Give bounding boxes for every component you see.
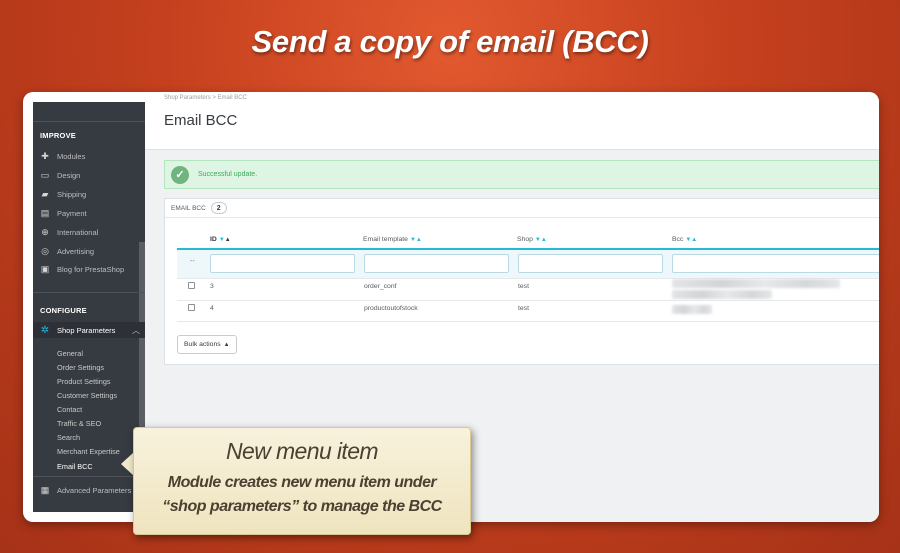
sidebar-item-payment[interactable]: ▤ Payment [40,207,87,219]
sidebar-sub-search[interactable]: Search [57,433,80,442]
panel-title: EMAIL BCC [171,204,206,212]
email-bcc-panel: EMAIL BCC 2 ID ▼▲ Email template ▼▲ Shop ▼▲… [164,198,879,365]
monitor-icon: ▭ [40,169,50,180]
row-checkbox[interactable] [188,282,195,289]
bulk-actions-button[interactable]: Bulk actions ▲ [177,335,237,354]
sidebar-item-label: International [57,227,99,237]
sort-icon[interactable]: ▼▲ [410,237,422,243]
sidebar-sub-customer-settings[interactable]: Customer Settings [57,391,117,400]
sidebar-item-shipping[interactable]: ▰ Shipping [40,188,87,200]
credit-card-icon: ▤ [40,207,50,218]
chevron-up-icon: ︿ [132,325,140,335]
check-circle-icon: ✓ [171,165,189,184]
sidebar-item-blog[interactable]: ▣ Blog for PrestaShop [40,263,124,275]
bulk-actions-label: Bulk actions [184,341,221,348]
alert-message: Successful update. [198,171,258,178]
sidebar-divider [33,292,145,293]
cell-shop: test [518,305,529,312]
sidebar-item-label: Blog for PrestaShop [57,264,125,274]
sidebar-item-label: Shop Parameters [57,325,116,335]
page-header: Shop Parameters > Email BCC Email BCC [145,92,879,150]
sidebar-item-label: Payment [57,208,87,218]
sort-icon[interactable]: ▼▲ [219,237,231,243]
filter-placeholder: -- [190,258,195,265]
column-header-bcc[interactable]: Bcc ▼▲ [672,236,697,243]
callout-body: Module creates new menu item under “shop… [134,471,470,519]
sidebar-item-international[interactable]: ⊕ International [40,226,98,238]
sidebar-sub-email-bcc[interactable]: Email BCC [57,462,93,471]
sidebar-sub-general[interactable]: General [57,349,83,358]
sidebar-item-modules[interactable]: ✚ Modules [40,150,85,162]
panel-heading: EMAIL BCC 2 [165,199,879,218]
globe-icon: ⊕ [41,226,49,237]
column-header-id[interactable]: ID ▼▲ [210,236,231,243]
cell-template: order_conf [364,283,397,290]
sidebar-item-label: Advertising [57,246,95,256]
filter-template-input[interactable] [364,254,509,273]
column-label: ID [210,236,217,243]
sidebar-sub-order-settings[interactable]: Order Settings [57,363,104,372]
sidebar-item-label: Modules [57,151,86,161]
blog-icon: ▣ [40,263,50,274]
filter-bcc-input[interactable] [672,254,879,273]
section-configure: CONFIGURE [40,306,87,315]
column-label: Bcc [672,236,684,243]
sidebar-sub-traffic-seo[interactable]: Traffic & SEO [57,419,101,428]
breadcrumb[interactable]: Shop Parameters > Email BCC [164,95,247,101]
sort-icon[interactable]: ▼▲ [685,237,697,243]
filter-shop-input[interactable] [518,254,663,273]
sidebar: IMPROVE ✚ Modules ▭ Design ▰ Shipping ▤ … [33,102,145,512]
sidebar-item-label: Shipping [57,189,87,199]
row-divider [177,321,879,322]
row-divider [177,300,879,301]
sidebar-item-design[interactable]: ▭ Design [40,169,81,181]
section-improve: IMPROVE [40,131,76,140]
sidebar-divider [33,121,145,122]
column-header-email-template[interactable]: Email template ▼▲ [363,236,422,243]
caret-up-icon: ▲ [223,341,230,348]
gear-icon: ✲ [40,324,50,336]
sidebar-sub-contact[interactable]: Contact [57,405,82,414]
sidebar-item-advanced-parameters[interactable]: ▦ Advanced Parameters [40,484,131,496]
truck-icon: ▰ [41,188,49,199]
settings-box-icon: ▦ [40,484,50,495]
sidebar-item-label: Design [57,170,81,180]
count-badge: 2 [210,202,227,214]
cell-shop: test [518,283,529,290]
cell-id: 3 [210,283,214,290]
sidebar-item-advertising[interactable]: ◎ Advertising [40,245,94,257]
column-label: Email template [363,236,408,243]
headline: Send a copy of email (BCC) [251,24,649,59]
cell-id: 4 [210,305,214,312]
column-label: Shop [517,236,533,243]
sidebar-sub-merchant-expertise[interactable]: Merchant Expertise [57,447,120,456]
column-header-shop[interactable]: Shop ▼▲ [517,236,547,243]
row-checkbox[interactable] [188,304,195,311]
callout-line: Module creates new menu item under [167,474,437,491]
sidebar-sub-product-settings[interactable]: Product Settings [57,377,111,386]
cell-bcc-redacted [672,279,840,288]
callout-line: “shop parameters” to manage the BCC [162,498,442,515]
puzzle-icon: ✚ [41,150,49,161]
callout: New menu item Module creates new menu it… [133,427,471,535]
success-alert: ✓ Successful update. [164,160,879,189]
sidebar-item-shop-parameters[interactable]: ✲ Shop Parameters ︿ [40,322,140,338]
sort-icon[interactable]: ▼▲ [535,237,547,243]
filter-id-input[interactable] [210,254,355,273]
cell-template: productoutofstock [364,305,418,312]
bullseye-icon: ◎ [41,245,49,256]
callout-title: New menu item [226,438,379,464]
page-title: Email BCC [164,112,238,129]
cell-bcc-redacted [672,305,712,314]
cell-bcc-redacted [672,290,772,299]
sidebar-item-label: Advanced Parameters [57,485,132,495]
sidebar-divider [33,476,145,477]
